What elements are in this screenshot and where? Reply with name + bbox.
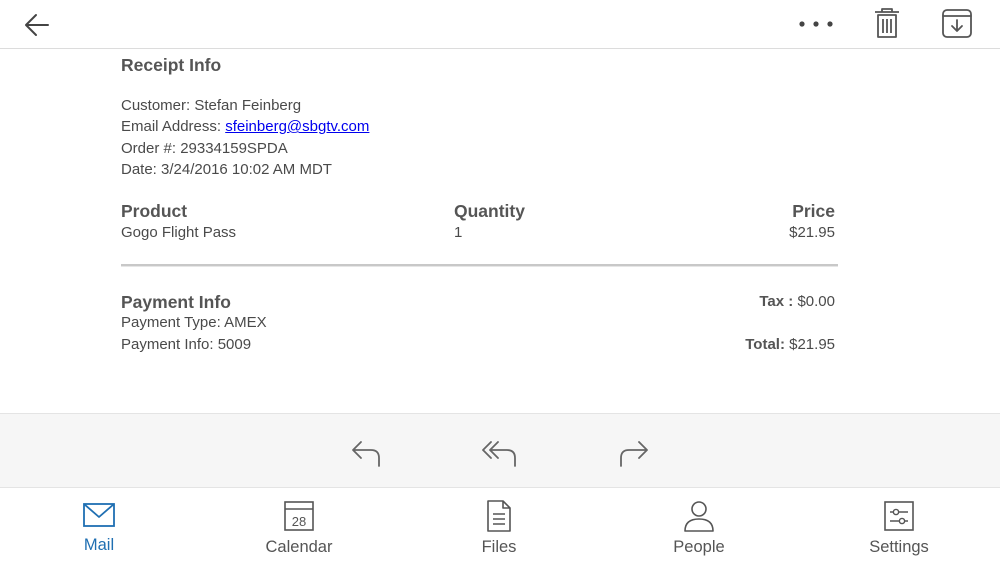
reply-all-icon — [482, 441, 516, 467]
person-icon — [684, 501, 714, 532]
tab-files-label: Files — [481, 538, 517, 556]
more-horizontal-icon — [799, 21, 833, 27]
total-line: Total: $21.95 — [745, 336, 835, 353]
price-header: Price — [792, 201, 835, 221]
forward-icon — [620, 441, 648, 467]
back-button[interactable] — [22, 10, 52, 40]
tab-people-label: People — [673, 538, 725, 556]
payment-info-value: 5009 — [217, 336, 252, 353]
delete-button[interactable] — [872, 6, 902, 40]
date-label: Date: — [121, 161, 162, 178]
customer-label: Customer: — [121, 97, 195, 114]
tax-value: $0.00 — [793, 293, 835, 310]
file-icon — [487, 500, 511, 532]
tab-calendar-label: Calendar — [265, 538, 333, 556]
forward-button[interactable] — [615, 434, 651, 470]
payment-type-label: Payment Type: — [121, 314, 225, 331]
archive-button[interactable] — [940, 6, 974, 40]
email-label: Email Address: — [121, 118, 226, 135]
price-cell: $21.95 — [789, 224, 835, 241]
tab-settings-label: Settings — [869, 538, 929, 556]
order-value: 29334159SPDA — [180, 140, 288, 157]
payment-type-line: Payment Type: AMEX — [121, 314, 267, 331]
tab-people[interactable]: People — [639, 500, 759, 560]
tab-files[interactable]: Files — [439, 500, 559, 560]
product-header: Product — [121, 201, 188, 221]
product-cell: Gogo Flight Pass — [121, 224, 237, 241]
trash-icon — [875, 8, 899, 38]
calendar-icon: 28 — [284, 501, 314, 531]
quantity-cell: 1 — [454, 224, 463, 241]
customer-value: Stefan Feinberg — [194, 97, 302, 114]
total-value: $21.95 — [784, 336, 835, 353]
email-line: Email Address: sfeinberg@sbgtv.com — [121, 118, 369, 135]
reply-icon — [352, 441, 380, 467]
more-options-button[interactable] — [796, 10, 836, 38]
arrow-left-icon — [25, 14, 49, 36]
payment-info-label: Payment Info: — [121, 336, 218, 353]
payment-info-line: Payment Info: 5009 — [121, 336, 251, 353]
tab-calendar[interactable]: 28 Calendar — [239, 500, 359, 560]
tax-label: Tax : — [759, 293, 794, 310]
tab-mail-label: Mail — [83, 536, 115, 554]
tax-line: Tax : $0.00 — [759, 293, 835, 310]
total-label: Total: — [745, 336, 785, 353]
divider — [121, 264, 838, 267]
customer-line: Customer: Stefan Feinberg — [121, 97, 301, 114]
archive-download-icon — [942, 9, 972, 38]
order-line: Order #: 29334159SPDA — [121, 140, 288, 157]
settings-sliders-icon — [884, 501, 914, 531]
calendar-date: 28 — [292, 514, 306, 529]
date-value: 3/24/2016 10:02 AM MDT — [161, 161, 332, 178]
email-link[interactable]: sfeinberg@sbgtv.com — [225, 118, 369, 135]
payment-heading: Payment Info — [121, 292, 231, 312]
message-action-bar — [0, 413, 1000, 488]
reply-button[interactable] — [349, 434, 385, 470]
payment-type-value: AMEX — [224, 314, 267, 331]
order-label: Order #: — [121, 140, 181, 157]
mail-icon — [83, 503, 115, 527]
reply-all-button[interactable] — [481, 434, 517, 470]
date-line: Date: 3/24/2016 10:02 AM MDT — [121, 161, 332, 178]
tab-settings[interactable]: Settings — [839, 500, 959, 560]
quantity-header: Quantity — [454, 201, 525, 221]
email-body: Receipt Info Customer: Stefan Feinberg E… — [121, 49, 841, 413]
tab-mail[interactable]: Mail — [39, 500, 159, 560]
top-toolbar — [0, 0, 1000, 49]
bottom-tab-bar: Mail 28 Calendar Files People Settings — [0, 488, 1000, 563]
receipt-heading: Receipt Info — [121, 55, 222, 75]
